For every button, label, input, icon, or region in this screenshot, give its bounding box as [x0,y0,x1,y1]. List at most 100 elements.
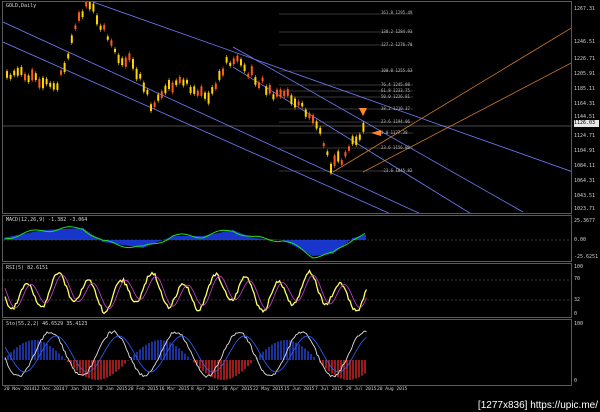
candle-body [315,121,318,129]
candle-body [211,87,214,94]
candle-body [139,73,142,79]
channel-line [362,62,571,173]
candle-body [92,3,95,12]
macd-pane[interactable]: MACD(12,26,9) -1.382 -3.064 [2,215,572,262]
candle-body [189,86,192,94]
candle-body [88,2,91,10]
macd-axis: 25.3677 0.00 -25.6251 [573,215,600,262]
candle-body [60,70,62,75]
candle-body [45,78,48,85]
macd-tick: 0.00 [574,237,587,243]
price-tick: 1246.51 [574,39,596,45]
candle-body [142,82,145,92]
candle-body [56,83,59,90]
candle-body [121,58,124,66]
candle-body [38,78,41,88]
date-tick: 7 Jan 2015 [65,387,93,392]
candle-body [250,66,253,76]
fib-label: 161.8 1295.49 [381,10,413,15]
stochastic-axis: 100 0 [573,319,600,386]
candle-body [290,95,293,105]
main-chart-pane[interactable]: GOLD,Daily 161.8 1295.49 138.2 1284.93 1… [2,1,572,214]
candle-body [236,55,239,62]
stochastic-pane[interactable]: Sto(55,2,2) 46.6529 35.4123 [2,319,572,386]
candle-body [34,73,37,81]
candle-body [276,89,278,97]
candle-body [193,86,196,94]
candle-body [164,85,167,94]
current-price-label: 1126.03 [574,120,599,127]
date-tick: 29 Jan 2015 [97,387,128,392]
candle-body [272,94,275,100]
fib-label: 127.2 1276.70 [381,42,413,47]
rsi-canvas[interactable] [3,264,572,318]
candle-body [6,71,8,78]
candle-body [265,86,268,95]
candle-body [132,59,134,69]
candle-body [301,102,304,107]
candle-body [297,101,300,106]
candle-body [42,77,44,89]
fib-label: 50.0 1226.81 [381,94,410,99]
macd-tick: -25.6251 [574,254,599,260]
channel-line [232,46,524,213]
fib-label: 0.0 1177.38 [381,130,408,135]
candle-body [20,67,23,75]
candle-body [81,11,84,18]
candle-body [49,82,52,87]
candle-body [150,104,152,112]
candle-body [222,68,224,76]
price-tick: 1043.51 [574,193,596,199]
candle-body [362,122,365,132]
candle-body [200,86,203,96]
candle-body [286,89,289,96]
price-chart-canvas[interactable] [3,2,572,214]
candle-body [128,53,131,61]
rsi-pane[interactable]: RSI(5) 82.6151 [2,263,572,318]
candle-body [160,91,163,99]
date-tick: 30 Apr 2015 [222,387,253,392]
candle-body [308,113,311,119]
fib-label: 76.4 1245.08 [381,82,410,87]
candle-body [67,53,70,59]
candle-body [96,15,98,25]
candle-body [153,102,156,107]
candle-body [229,62,232,66]
candle-body [99,25,102,30]
price-tick: 1226.71 [574,56,596,62]
candle-body [340,160,343,165]
candle-body [261,77,264,82]
price-axis[interactable]: 1267.31 1246.51 1226.71 1205.91 1185.11 … [573,1,600,214]
price-tick: 1205.91 [574,71,596,77]
candle-body [103,24,106,30]
date-tick: 7 Jul 2015 [315,387,343,392]
candle-body [13,70,16,76]
price-tick: 1064.31 [574,178,596,184]
candle-body [204,92,206,99]
candle-body [182,79,185,86]
price-tick: 1023.71 [574,206,596,212]
date-tick: 29 Jul 2015 [346,387,377,392]
candle-body [171,82,174,93]
candle-body [337,151,340,162]
candle-body [344,152,347,157]
candle-body [78,12,80,21]
candle-body [279,89,282,97]
candle-body [214,83,217,90]
candle-body [70,35,73,43]
left-arrow-icon [371,130,381,136]
macd-canvas[interactable] [3,216,572,262]
date-tick: 20 Feb 2015 [128,387,159,392]
price-tick: 1124.71 [574,133,596,139]
stochastic-canvas[interactable] [3,320,572,386]
channel-line [3,41,390,213]
candle-body [31,69,34,81]
candle-body [63,62,66,73]
candle-body [52,83,55,90]
candle-body [333,155,336,166]
candle-body [114,48,116,53]
candle-body [322,143,325,147]
fib-label: 38.2 1210.37 [381,106,410,111]
down-arrow-icon [359,108,367,116]
rsi-axis: 100 70 32 0 [573,263,600,318]
